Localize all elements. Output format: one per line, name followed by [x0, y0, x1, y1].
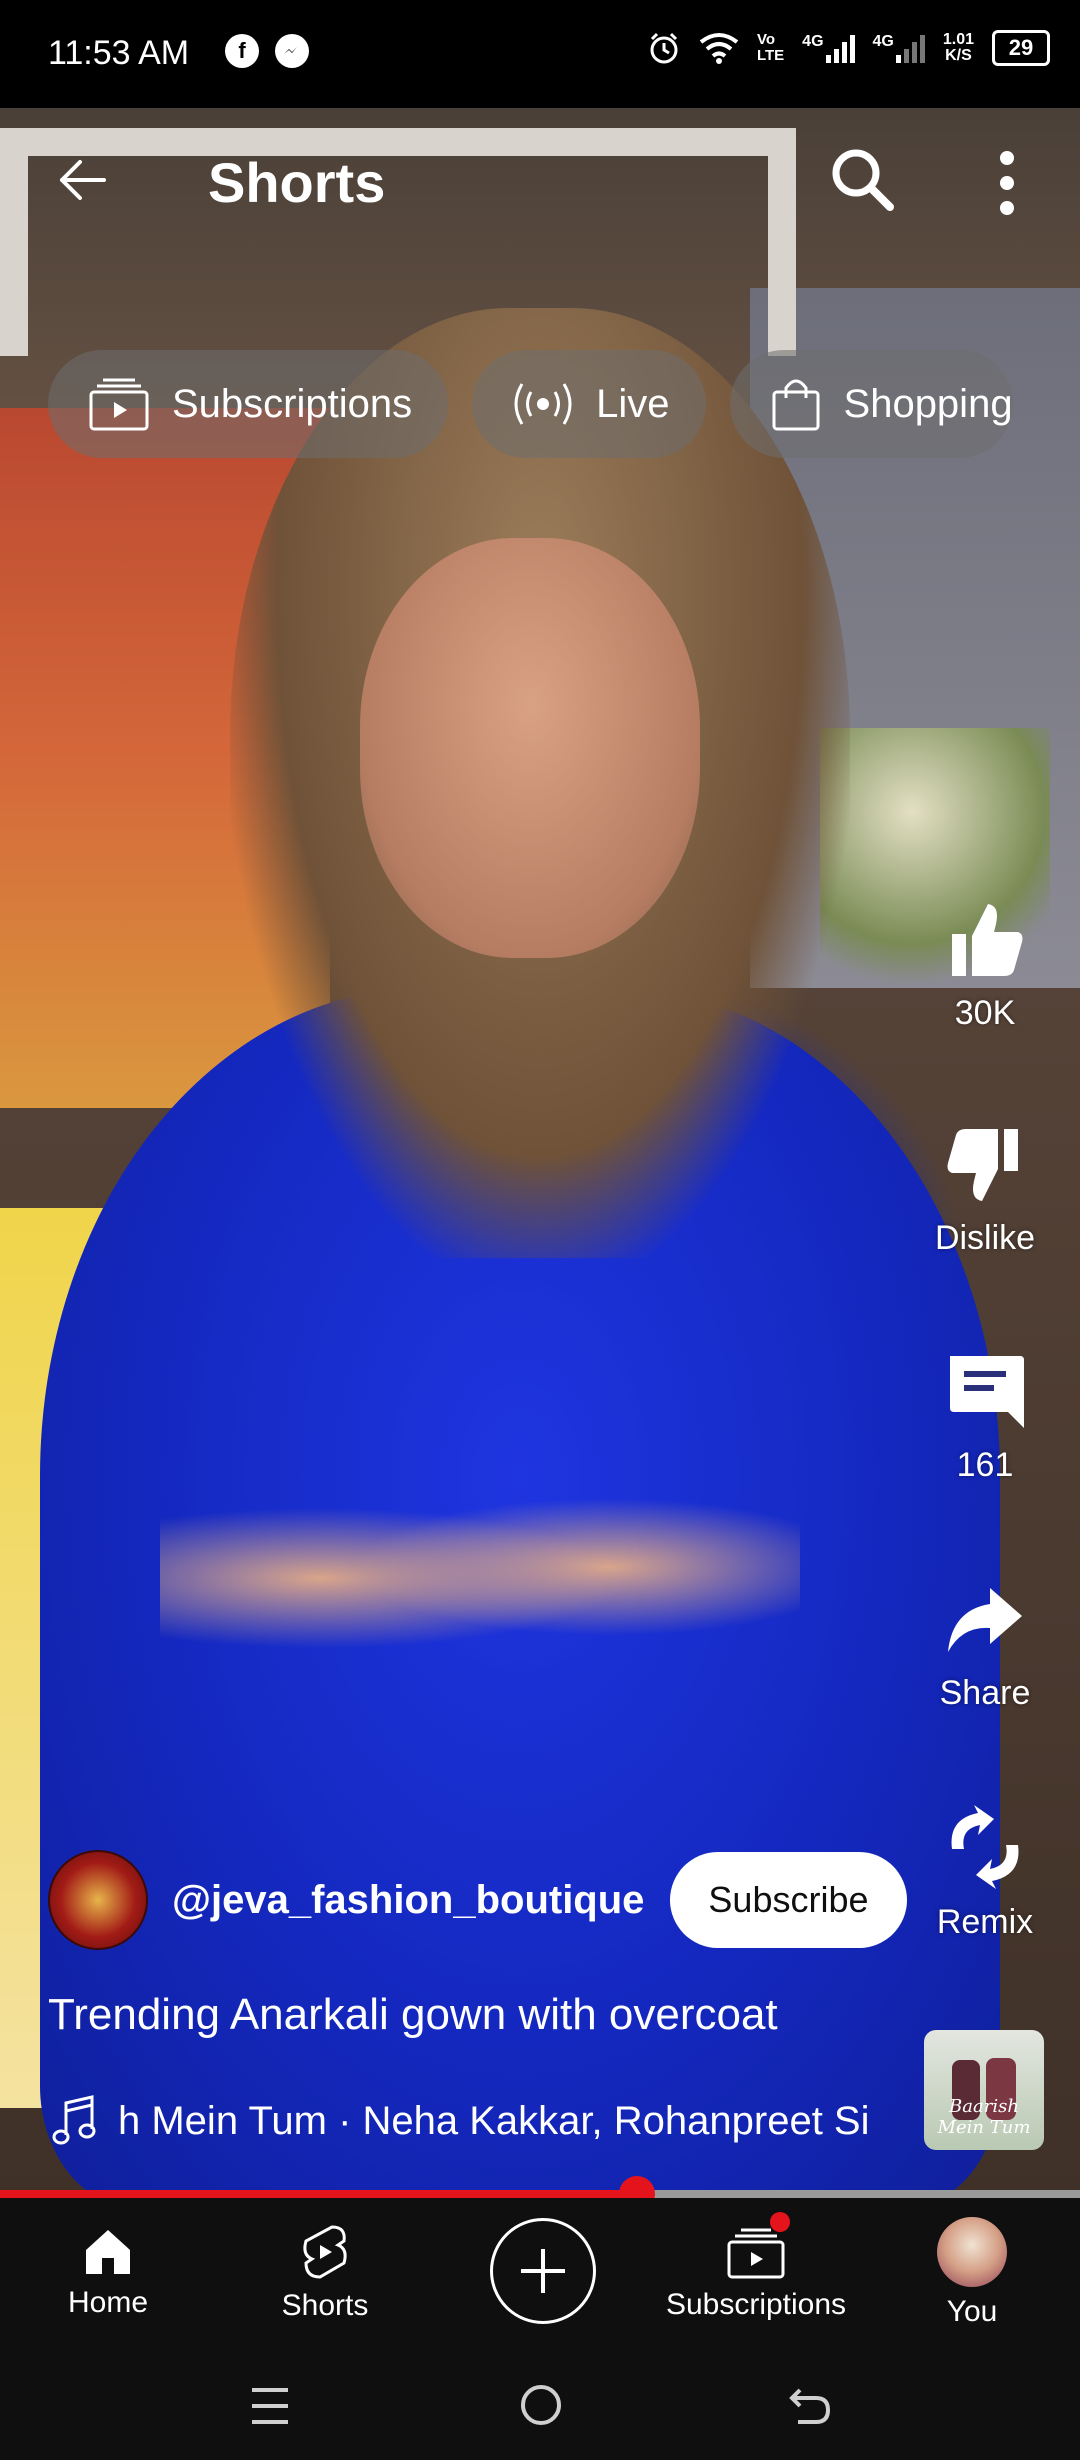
comment-count: 161 — [956, 1446, 1014, 1484]
speed-unit: K/S — [945, 47, 972, 64]
dislike-icon — [947, 1129, 1018, 1201]
create-button[interactable] — [490, 2218, 596, 2324]
facebook-icon: f — [225, 34, 259, 68]
dislike-action[interactable]: Dislike — [920, 1125, 1050, 1258]
music-title: h Mein Tum · Neha Kakkar, Rohanpreet Si — [118, 2098, 870, 2143]
chip-subscriptions[interactable]: Subscriptions — [48, 350, 449, 458]
comment-icon — [950, 1356, 1024, 1428]
chip-shopping[interactable]: Shopping — [729, 350, 1013, 458]
share-label: Share — [939, 1674, 1031, 1712]
nav-shorts-label: Shorts — [281, 2289, 369, 2322]
chip-live[interactable]: Live — [472, 350, 706, 458]
channel-avatar[interactable] — [48, 1850, 148, 1950]
music-thumbnail[interactable]: Baarish Mein Tum — [924, 2030, 1044, 2150]
network-speed: 1.01 K/S — [943, 32, 974, 64]
dislike-label: Dislike — [934, 1219, 1036, 1257]
filter-chips: Subscriptions Live Shopping — [48, 350, 1013, 460]
nav-subscriptions-label: Subscriptions — [665, 2288, 847, 2321]
shorts-icon — [303, 2225, 347, 2279]
video-backdrop-frame — [0, 128, 796, 356]
share-icon — [948, 1588, 1022, 1652]
user-avatar — [937, 2217, 1007, 2287]
home-system-icon[interactable] — [518, 2382, 564, 2428]
live-icon — [514, 383, 572, 425]
like-icon — [952, 904, 1023, 976]
back-system-icon[interactable] — [786, 2382, 832, 2428]
shopping-bag-icon — [772, 379, 820, 431]
channel-row: @jeva_fashion_boutique Subscribe — [48, 1850, 907, 1950]
nav-subscriptions[interactable]: Subscriptions — [656, 2198, 856, 2348]
signal-bars-2-icon — [895, 33, 925, 63]
chip-shopping-label: Shopping — [843, 381, 1013, 426]
status-indicators: Vo LTE 4G 4G 1.01 K/S 29 — [647, 30, 1050, 66]
notification-icons: f — [225, 34, 309, 68]
volte-vo: Vo — [756, 31, 776, 48]
remix-icon — [951, 1805, 1019, 1889]
back-arrow-icon[interactable] — [52, 150, 112, 210]
nav-home-label: Home — [67, 2286, 149, 2319]
thumbnail-title: Baarish Mein Tum — [937, 2096, 1031, 2138]
wifi-icon — [699, 33, 739, 64]
video-hands — [160, 1468, 800, 1688]
net-type-2: 4G — [872, 33, 894, 50]
home-icon — [86, 2230, 130, 2274]
signal-1: 4G — [802, 33, 855, 63]
signal-2: 4G — [873, 33, 925, 63]
video-progress-bar[interactable] — [0, 2176, 1080, 2212]
like-count: 30K — [954, 994, 1016, 1032]
more-options-icon[interactable] — [992, 148, 1022, 218]
comment-action[interactable]: 161 — [920, 1352, 1050, 1485]
music-row[interactable]: h Mein Tum · Neha Kakkar, Rohanpreet Si — [52, 2095, 869, 2147]
page-title: Shorts — [208, 151, 386, 214]
share-action[interactable]: Share — [920, 1580, 1050, 1713]
messenger-icon — [275, 34, 309, 68]
chip-live-label: Live — [596, 381, 670, 426]
video-face — [360, 538, 700, 958]
volte-indicator: Vo LTE — [757, 32, 784, 64]
chip-subscriptions-label: Subscriptions — [172, 381, 413, 426]
recent-apps-icon[interactable] — [248, 2386, 292, 2426]
channel-handle[interactable]: @jeva_fashion_boutique — [172, 1878, 644, 1923]
search-icon[interactable] — [828, 145, 898, 215]
music-note-icon — [52, 2095, 96, 2145]
remix-label: Remix — [936, 1903, 1034, 1941]
speed-value: 1.01 — [942, 31, 974, 48]
nav-you[interactable]: You — [872, 2198, 1072, 2348]
nav-shorts[interactable]: Shorts — [225, 2198, 425, 2348]
alarm-icon — [650, 32, 678, 64]
subscribe-button[interactable]: Subscribe — [670, 1852, 907, 1948]
nav-home[interactable]: Home — [8, 2198, 208, 2348]
subscriptions-nav-icon — [727, 2228, 785, 2279]
subscriptions-notification-dot — [770, 2212, 790, 2232]
system-navigation-bar — [0, 2348, 1080, 2460]
volte-lte: LTE — [756, 47, 785, 64]
plus-icon — [521, 2249, 565, 2293]
video-caption[interactable]: Trending Anarkali gown with overcoat — [48, 1990, 778, 2040]
remix-action[interactable]: Remix — [920, 1805, 1050, 1942]
progress-fill — [0, 2190, 638, 2198]
nav-you-label: You — [946, 2295, 998, 2328]
battery-icon: 29 — [992, 30, 1050, 66]
net-type-1: 4G — [802, 33, 824, 50]
status-time: 11:53 AM — [48, 34, 190, 72]
status-bar: 11:53 AM f Vo LTE 4G 4G 1.01 K/S 29 — [0, 0, 1080, 108]
like-action[interactable]: 30K — [920, 900, 1050, 1033]
signal-bars-1-icon — [825, 33, 855, 63]
subscriptions-icon — [89, 378, 149, 431]
